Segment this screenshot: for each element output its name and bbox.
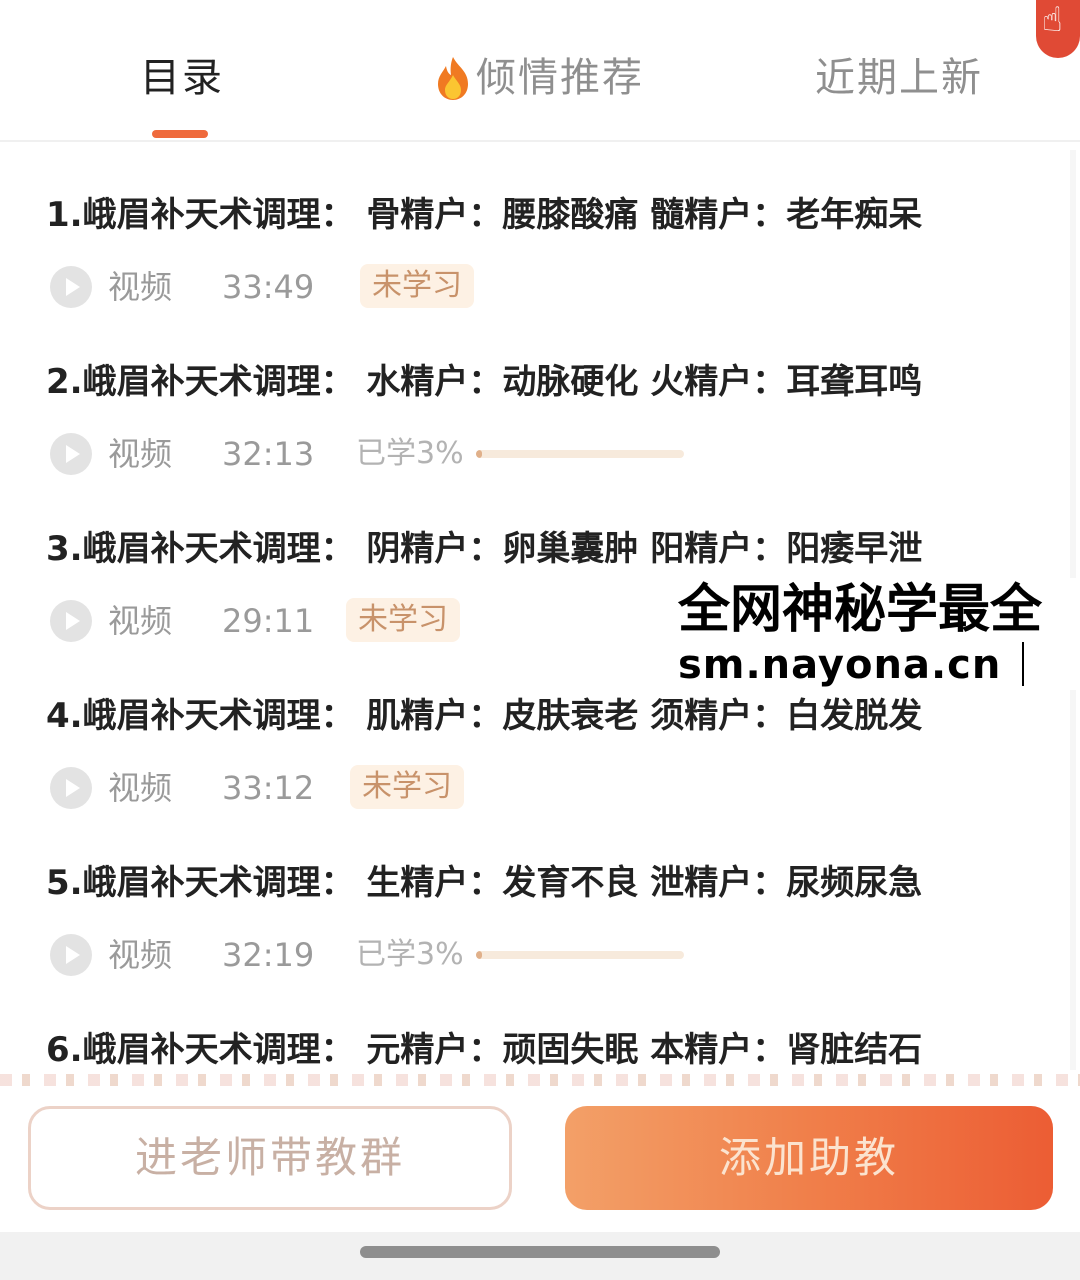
play-icon: [50, 266, 92, 308]
bottom-action-bar: 进老师带教群 添加助教: [0, 1086, 1080, 1232]
lesson-duration: 32:19: [222, 936, 315, 974]
tab-catalog[interactable]: 目录: [140, 52, 224, 104]
progress-fill: [476, 951, 483, 959]
system-nav-area: [0, 1232, 1080, 1280]
play-icon: [50, 934, 92, 976]
progress-fill: [476, 450, 483, 458]
lesson-type: 视频: [108, 769, 173, 807]
lesson-duration: 33:49: [222, 268, 315, 306]
lesson-duration: 33:12: [222, 769, 315, 807]
lesson-title[interactable]: 5.峨眉补天术调理： 生精户：发育不良 泄精户：尿频尿急: [46, 858, 922, 908]
play-icon: [50, 600, 92, 642]
hand-pointer-icon: ☝: [1042, 0, 1063, 40]
play-icon: [50, 767, 92, 809]
progress-bar: [476, 951, 684, 959]
lesson-meta: 视频 32:19 已学3%: [50, 930, 850, 980]
tab-recommended[interactable]: 倾情推荐: [434, 52, 644, 104]
progress-label: 已学3%: [356, 937, 464, 972]
tab-recommended-label: 倾情推荐: [476, 55, 644, 101]
progress-label: 已学3%: [356, 436, 464, 471]
lesson-meta: 视频 33:12 未学习: [50, 763, 850, 813]
lesson-duration: 29:11: [222, 602, 315, 640]
tab-new-releases[interactable]: 近期上新: [815, 52, 983, 104]
lesson-type: 视频: [108, 268, 173, 306]
lesson-title[interactable]: 2.峨眉补天术调理： 水精户：动脉硬化 火精户：耳聋耳鸣: [46, 357, 922, 407]
lesson-title[interactable]: 3.峨眉补天术调理： 阴精户：卵巢囊肿 阳精户：阳痿早泄: [46, 524, 922, 574]
course-catalog-page: 目录 倾情推荐 近期上新 ☝ 1.峨眉补天术调理： 骨精户：腰膝酸痛 髓精户：老…: [0, 0, 1080, 1280]
watermark: 全网神秘学最全 sm.nayona.cn: [672, 578, 1080, 690]
play-icon: [50, 433, 92, 475]
lesson-type: 视频: [108, 602, 173, 640]
status-badge: 未学习: [360, 264, 474, 308]
lesson-meta: 视频 33:49 未学习: [50, 262, 850, 312]
progress-bar: [476, 450, 684, 458]
status-badge: 未学习: [346, 598, 460, 642]
status-badge: 未学习: [350, 765, 464, 809]
join-teacher-group-button[interactable]: 进老师带教群: [28, 1106, 512, 1210]
flame-icon: [438, 57, 468, 100]
floating-hand-button[interactable]: ☝: [1036, 0, 1080, 58]
lesson-meta: 视频 32:13 已学3%: [50, 429, 850, 479]
lesson-type: 视频: [108, 936, 173, 974]
lesson-duration: 32:13: [222, 435, 315, 473]
watermark-url: sm.nayona.cn: [678, 642, 1002, 688]
lesson-title[interactable]: 6.峨眉补天术调理： 元精户：顽固失眠 本精户：肾脏结石: [46, 1025, 922, 1075]
lesson-item[interactable]: 4.峨眉补天术调理： 肌精户：皮肤衰老 须精户：白发脱发 视频 33:12 未学…: [0, 691, 1080, 857]
lesson-item[interactable]: 1.峨眉补天术调理： 骨精户：腰膝酸痛 髓精户：老年痴呆 视频 33:49 未学…: [0, 190, 1080, 356]
lesson-item[interactable]: 5.峨眉补天术调理： 生精户：发育不良 泄精户：尿频尿急 视频 32:19 已学…: [0, 858, 1080, 1024]
text-caret: [1022, 642, 1024, 686]
lesson-type: 视频: [108, 435, 173, 473]
lesson-title[interactable]: 1.峨眉补天术调理： 骨精户：腰膝酸痛 髓精户：老年痴呆: [46, 190, 922, 240]
add-assistant-button[interactable]: 添加助教: [565, 1106, 1053, 1210]
lesson-item[interactable]: 2.峨眉补天术调理： 水精户：动脉硬化 火精户：耳聋耳鸣 视频 32:13 已学…: [0, 357, 1080, 523]
home-indicator[interactable]: [360, 1246, 720, 1258]
watermark-headline: 全网神秘学最全: [678, 580, 1043, 640]
active-tab-indicator: [152, 130, 208, 138]
lesson-title[interactable]: 4.峨眉补天术调理： 肌精户：皮肤衰老 须精户：白发脱发: [46, 691, 922, 741]
tab-bar: 目录 倾情推荐 近期上新: [0, 0, 1080, 142]
